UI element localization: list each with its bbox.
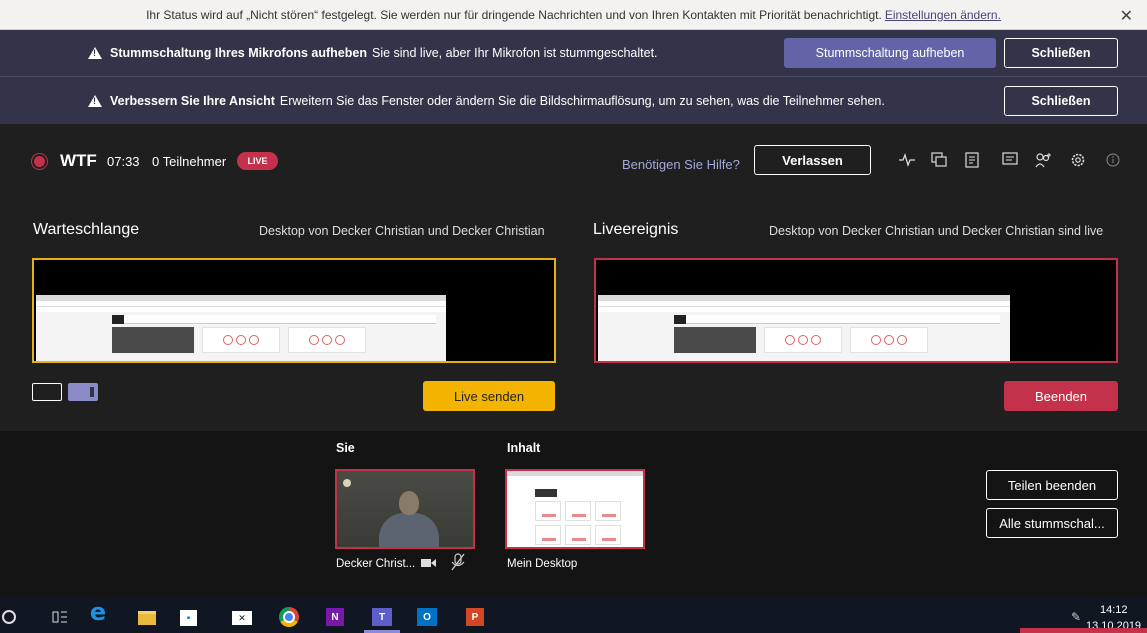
single-layout-button[interactable] [32, 383, 62, 401]
unmute-text: Sie sind live, aber Ihr Mikrofon ist stu… [371, 46, 658, 60]
unmute-notification: Stummschaltung Ihres Mikrofons aufheben … [0, 30, 1147, 77]
windows-taskbar [0, 598, 1147, 633]
settings-icon[interactable] [1068, 150, 1088, 170]
mute-all-button[interactable]: Alle stummschal... [986, 508, 1118, 538]
help-link[interactable]: Benötigen Sie Hilfe? [622, 157, 740, 172]
mail-icon[interactable]: ✕ [232, 611, 252, 625]
improve-view-title: Verbessern Sie Ihre Ansicht [110, 93, 275, 108]
change-settings-link[interactable]: Einstellungen ändern. [885, 8, 1001, 22]
meeting-title: WTF [60, 151, 97, 170]
participant-count: 0 Teilnehmer [152, 154, 227, 169]
close-improve-view-notification-button[interactable]: Schließen [1004, 86, 1118, 116]
live-badge: LIVE [237, 152, 278, 170]
brand-strip [1020, 628, 1147, 633]
leave-button[interactable]: Verlassen [754, 145, 871, 175]
store-icon[interactable]: ▪ [180, 610, 197, 626]
dnd-status-banner: Ihr Status wird auf „Nicht stören“ festg… [0, 0, 1147, 30]
improve-view-notification: Verbessern Sie Ihre Ansicht Erweitern Si… [0, 77, 1147, 124]
unmute-title: Stummschaltung Ihres Mikrofons aufheben [110, 46, 367, 60]
teams-icon[interactable]: T [372, 608, 392, 626]
live-event-title: Liveereignis [593, 221, 679, 238]
chat-icon[interactable] [1000, 150, 1020, 170]
queue-subtitle: Desktop von Decker Christian und Decker … [259, 224, 545, 238]
file-explorer-icon[interactable] [138, 611, 156, 625]
lamp-shape [343, 479, 351, 487]
close-icon[interactable]: ✕ [1120, 6, 1133, 26]
pen-tray-icon[interactable]: ✎ [1066, 608, 1086, 626]
search-icon[interactable] [2, 610, 16, 624]
video-camera-icon[interactable] [421, 558, 436, 571]
meeting-timer: 07:33 [107, 154, 140, 169]
outlook-icon[interactable]: O [417, 608, 437, 626]
health-icon[interactable] [897, 150, 917, 170]
unmute-button[interactable]: Stummschaltung aufheben [784, 38, 996, 68]
close-unmute-notification-button[interactable]: Schließen [1004, 38, 1118, 68]
dnd-status-text: Ihr Status wird auf „Nicht stören“ festg… [146, 7, 882, 22]
improve-view-text: Erweitern Sie das Fenster oder ändern Si… [279, 93, 885, 108]
presenter-head [399, 491, 419, 515]
recording-indicator-icon [34, 156, 45, 167]
taskbar-clock-time[interactable]: 14:12 [1100, 604, 1128, 616]
warning-icon [88, 47, 102, 59]
notes-icon[interactable] [962, 150, 982, 170]
mic-muted-icon[interactable] [450, 553, 466, 571]
content-section-label: Inhalt [507, 441, 541, 455]
queue-screen-capture [36, 295, 446, 361]
queue-title: Warteschlange [33, 221, 140, 238]
improve-view-message: Verbessern Sie Ihre Ansicht Erweitern Si… [88, 94, 885, 108]
people-icon[interactable] [1034, 150, 1054, 170]
chrome-icon[interactable] [279, 607, 299, 627]
stop-sharing-button[interactable]: Teilen beenden [986, 470, 1118, 500]
live-event-subtitle: Desktop von Decker Christian und Decker … [769, 224, 1104, 238]
live-event-preview[interactable] [594, 258, 1118, 363]
end-event-button[interactable]: Beenden [1004, 381, 1118, 411]
qa-icon[interactable] [929, 150, 949, 170]
go-live-button[interactable]: Live senden [423, 381, 555, 411]
queue-preview[interactable] [32, 258, 556, 363]
info-icon[interactable] [1103, 150, 1123, 170]
unmute-message: Stummschaltung Ihres Mikrofons aufheben … [88, 46, 658, 60]
desktop-content-thumbnail[interactable] [505, 469, 645, 549]
onenote-icon[interactable]: N [326, 608, 344, 626]
edge-icon[interactable]: e [88, 598, 108, 626]
powerpoint-icon[interactable]: P [466, 608, 484, 626]
camera-thumbnail[interactable] [335, 469, 475, 549]
you-section-label: Sie [336, 441, 355, 455]
presenter-body [379, 513, 439, 547]
camera-source-name: Decker Christ... [336, 558, 416, 570]
task-view-icon[interactable] [50, 608, 70, 626]
warning-icon [88, 94, 102, 107]
content-source-name: Mein Desktop [507, 558, 578, 570]
side-by-side-layout-button[interactable] [68, 383, 98, 401]
live-screen-capture [598, 295, 1010, 361]
